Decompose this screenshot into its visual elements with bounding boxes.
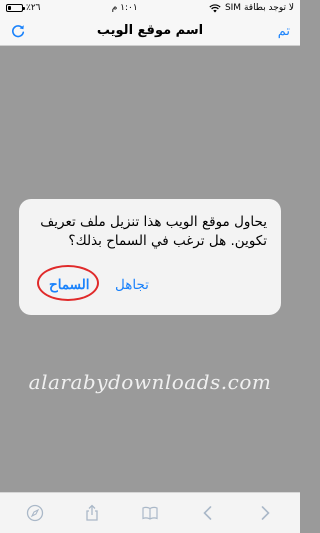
wifi-icon — [209, 3, 221, 12]
watermark: alarabydownloads.com — [28, 370, 272, 394]
battery-percent: ٪٢٦ — [26, 3, 41, 13]
battery-status: ٪٢٦ — [6, 3, 41, 13]
compass-icon[interactable] — [26, 504, 44, 522]
done-button[interactable]: تم — [278, 23, 290, 39]
carrier-text: لا توجد بطاقة SIM — [224, 3, 294, 13]
status-time: ١:٠١ م — [111, 3, 138, 13]
bottom-toolbar — [0, 492, 300, 533]
forward-icon[interactable] — [256, 504, 274, 522]
back-icon[interactable] — [199, 504, 217, 522]
status-bar: ٪٢٦ ١:٠١ م لا توجد بطاقة SIM — [0, 0, 300, 16]
ignore-button[interactable]: تجاهل — [115, 277, 149, 293]
page-title: اسم موقع الويب — [96, 23, 204, 38]
carrier-status: لا توجد بطاقة SIM — [209, 3, 294, 13]
allow-button[interactable]: السماح — [49, 277, 90, 293]
refresh-icon[interactable] — [10, 23, 26, 39]
nav-bar: اسم موقع الويب تم — [0, 16, 300, 46]
profile-download-alert: يحاول موقع الويب هذا تنزيل ملف تعريف تكو… — [19, 199, 281, 315]
bookmark-icon[interactable] — [141, 504, 159, 522]
alert-message: يحاول موقع الويب هذا تنزيل ملف تعريف تكو… — [40, 214, 267, 249]
share-icon[interactable] — [83, 504, 101, 522]
battery-icon — [6, 4, 25, 12]
content-area: يحاول موقع الويب هذا تنزيل ملف تعريف تكو… — [0, 47, 300, 492]
